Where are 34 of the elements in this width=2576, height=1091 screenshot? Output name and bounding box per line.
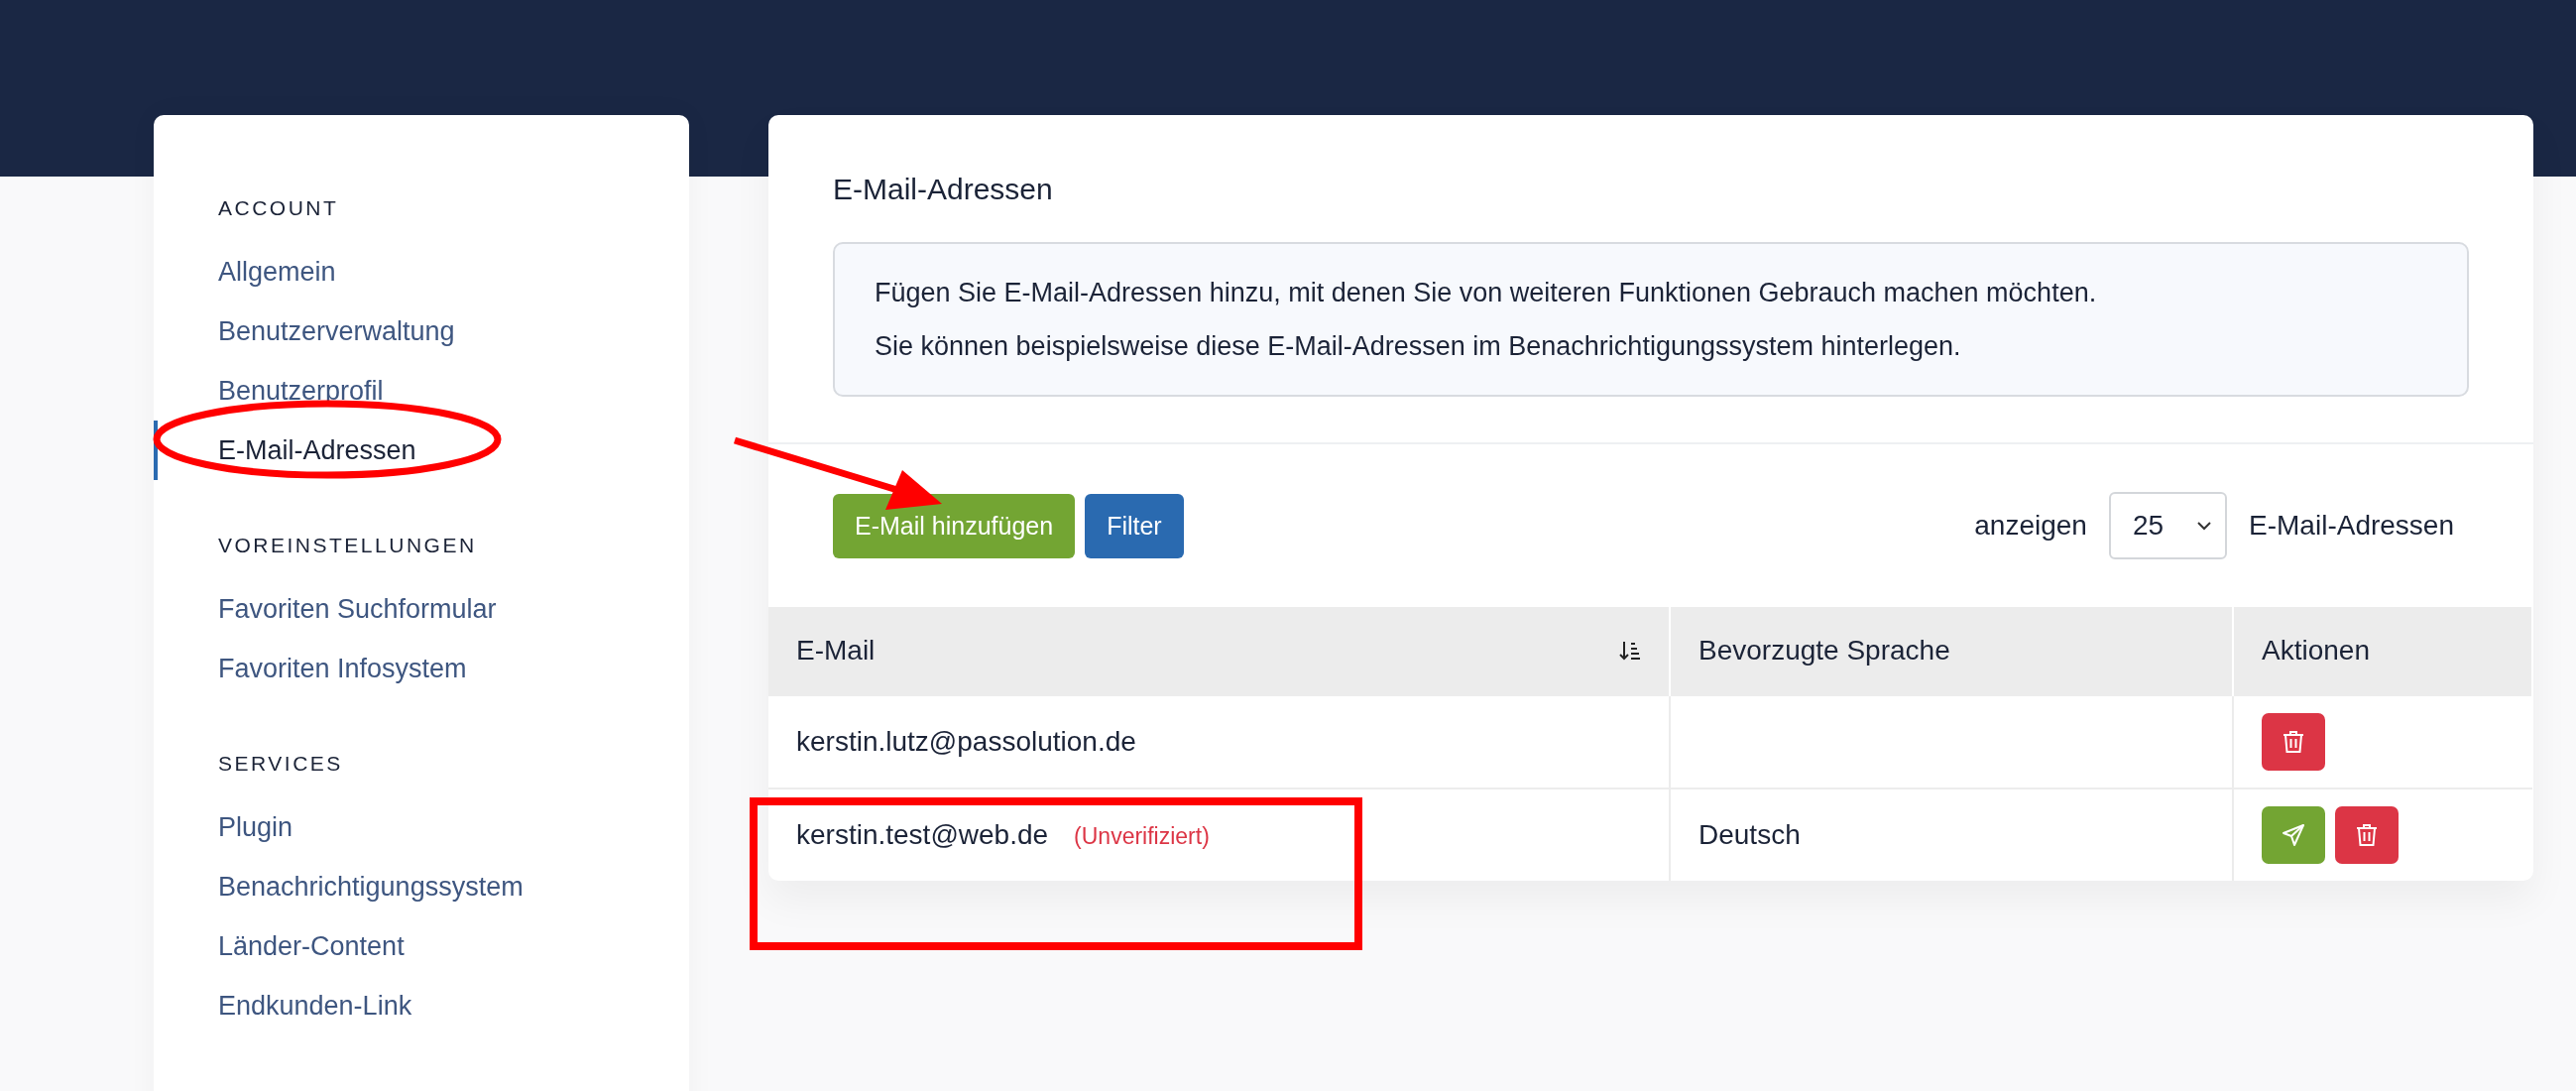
sidebar-link[interactable]: E-Mail-Adressen [154,421,416,480]
sidebar-link[interactable]: Plugin [154,797,293,857]
page-size-label: E-Mail-Adressen [2249,510,2454,542]
delete-button[interactable] [2335,806,2399,864]
send-button[interactable] [2262,806,2325,864]
sidebar-link[interactable]: Benutzerprofil [154,361,384,421]
sidebar-link[interactable]: Länder-Content [154,916,405,976]
info-text: Fügen Sie E-Mail-Adressen hinzu, mit denen Sie von weiteren Funktionen Gebrauch machen möchten. [875,277,2098,309]
section-heading: VOREINSTELLUNGEN [217,534,478,557]
sidebar-link[interactable]: Benachrichtigungssystem [154,857,524,916]
card-title: E-Mail-Adressen [832,172,1054,206]
section-heading: ACCOUNT [217,196,340,220]
column-header[interactable]: Aktionen [2233,607,2532,695]
trash-icon [2283,730,2304,754]
sidebar-link[interactable]: Favoriten Suchformular [154,579,497,639]
delete-button[interactable] [2262,713,2325,771]
page-size-select[interactable]: 25 [2108,492,2228,559]
paper-plane-icon [2282,823,2305,847]
sidebar-link[interactable]: Endkunden-Link [154,976,412,1035]
email-cell: kerstin.test@web.de (Unverifiziert) [768,788,1670,881]
column-header[interactable]: Bevorzugte Sprache [1670,607,2233,695]
trash-icon [2356,823,2378,847]
email-cell: kerstin.lutz@passolution.de [768,695,1670,788]
page-size-label: anzeigen [1974,510,2087,542]
chevron-down-icon [2197,521,2212,531]
language-cell: Deutsch [1670,788,2233,881]
column-header[interactable]: E-Mail [768,607,1670,695]
section-heading: SERVICES [217,752,344,776]
sidebar-link[interactable]: Benutzerverwaltung [154,302,455,361]
info-text: Sie können beispielsweise diese E-Mail-Adressen im Benachrichtigungssystem hinterlegen. [875,330,1962,363]
filter-button[interactable]: Filter [1085,493,1184,558]
sidebar-link[interactable]: Favoriten Infosystem [154,639,467,698]
sort-icon[interactable] [1619,640,1641,662]
sidebar-link[interactable]: Allgemein [154,242,336,302]
